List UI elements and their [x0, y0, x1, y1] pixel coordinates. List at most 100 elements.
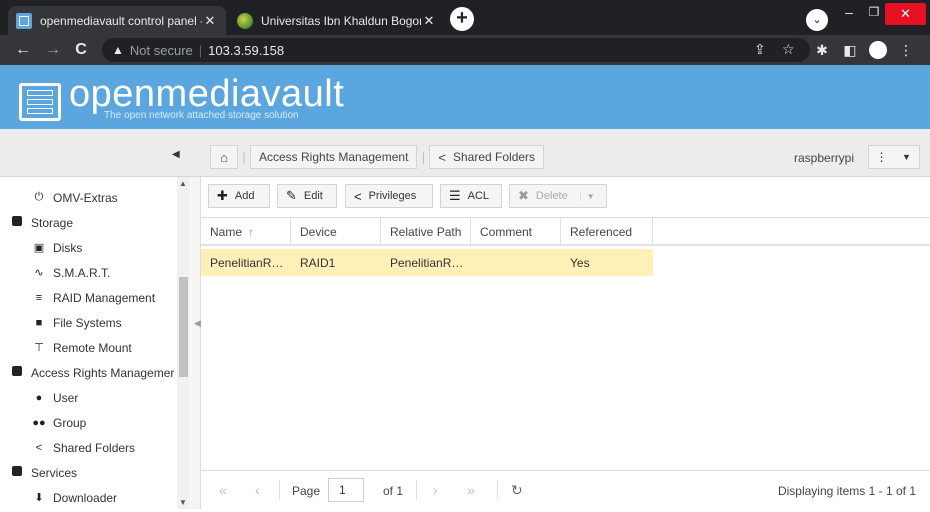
last-page-icon[interactable]: »	[467, 482, 475, 498]
browser-tab-uika[interactable]: Universitas Ibn Khaldun Bogor ✕	[229, 6, 445, 35]
sidebar-item-file-systems[interactable]: ■ File Systems	[4, 310, 122, 335]
breadcrumb-divider: |	[242, 150, 246, 164]
sidebar-item-shared-folders[interactable]: < Shared Folders	[4, 435, 135, 460]
security-label: Not secure	[129, 42, 193, 58]
address-bar[interactable]: ▲ Not secure | 103.3.59.158 ⇪ ☆	[102, 38, 810, 62]
button-label: ACL	[467, 190, 490, 202]
sidebar-item-label: Storage	[31, 215, 74, 230]
group-icon: ●●	[32, 416, 46, 429]
scroll-down-icon[interactable]: ▼	[179, 498, 187, 507]
paging-status: Displaying items 1 - 1 of 1	[777, 484, 916, 498]
chevron-down-icon[interactable]: ▼	[579, 191, 595, 201]
page-number-input[interactable]: 1	[328, 478, 364, 502]
sidebar-scroll-thumb[interactable]	[179, 277, 188, 377]
breadcrumb-access-rights[interactable]: Access Rights Management	[250, 145, 418, 169]
chevron-down-icon[interactable]: ▼	[894, 152, 919, 162]
sidebar-item-label: Access Rights Managemer	[31, 365, 175, 380]
sidebar-item-label: RAID Management	[53, 290, 156, 305]
table-row[interactable]: PenelitianR… RAID1 PenelitianR… Yes	[201, 249, 653, 276]
sidebar-item-remote-mount[interactable]: ⊤ Remote Mount	[4, 335, 132, 360]
download-icon: ⬇	[34, 492, 44, 504]
tab-close-icon[interactable]: ✕	[421, 13, 437, 29]
breadcrumb-shared-folders[interactable]: < Shared Folders	[429, 145, 545, 169]
refresh-icon[interactable]: ↻	[511, 482, 523, 499]
sidebar-item-smart[interactable]: ∿ S.M.A.R.T.	[4, 260, 110, 285]
sidebar-item-storage[interactable]: Storage	[4, 210, 73, 235]
menu-icon[interactable]: ⋮	[896, 40, 916, 60]
new-tab-button[interactable]: +	[450, 7, 474, 31]
sidebar-item-label: User	[53, 390, 79, 405]
window-close-button[interactable]: ✕	[885, 3, 926, 25]
column-header-relative-path[interactable]: Relative Path	[381, 218, 471, 245]
share-icon: <	[35, 441, 43, 454]
collapse-icon[interactable]	[10, 216, 24, 229]
sidebar-item-label: Services	[31, 465, 78, 480]
sidebar-item-user[interactable]: ● User	[4, 385, 79, 410]
button-label: Delete	[535, 190, 568, 202]
disk-icon: ▣	[33, 242, 45, 254]
sidebar-item-label: Shared Folders	[53, 440, 136, 455]
page-count-label: of 1	[383, 484, 404, 498]
minimize-button[interactable]: –	[838, 0, 860, 26]
restore-button[interactable]: ❐	[863, 0, 885, 26]
reload-button[interactable]: C	[70, 39, 92, 61]
column-header-device[interactable]: Device	[291, 218, 381, 245]
sidebar-item-label: Downloader	[53, 490, 118, 505]
profile-icon[interactable]	[869, 41, 887, 59]
sidebar-item-omv-extras[interactable]: ⏻ OMV-Extras	[4, 185, 118, 210]
sidebar-item-downloader[interactable]: ⬇ Downloader	[4, 485, 117, 509]
plus-icon: ✚	[217, 188, 228, 203]
pager-divider	[416, 481, 417, 499]
scroll-up-icon[interactable]: ▲	[179, 179, 187, 188]
add-button[interactable]: ✚ Add	[208, 184, 270, 208]
tab-close-icon[interactable]: ✕	[202, 13, 218, 29]
collapse-icon[interactable]	[10, 466, 24, 479]
sidebar-item-disks[interactable]: ▣ Disks	[4, 235, 83, 260]
sort-arrow-icon: ↑	[248, 224, 255, 239]
omv-favicon-icon	[16, 12, 32, 29]
privileges-button[interactable]: < Privileges	[345, 184, 433, 208]
sidebar-item-services[interactable]: Services	[4, 460, 77, 485]
home-icon: ⌂	[220, 149, 228, 165]
sidebar-item-access-rights[interactable]: Access Rights Managemer	[4, 360, 174, 385]
forward-button[interactable]: →	[42, 39, 64, 61]
sidepanel-icon[interactable]: ◧	[840, 40, 860, 60]
sidebar-item-raid[interactable]: ≡ RAID Management	[4, 285, 155, 310]
splitter-collapse-icon[interactable]: ◀	[194, 318, 201, 329]
folder-icon: ■	[35, 316, 43, 329]
button-label: Privileges	[368, 190, 417, 202]
star-icon[interactable]: ☆	[782, 41, 795, 58]
tab-search-icon[interactable]: ⌄	[806, 9, 828, 31]
url-text: 103.3.59.158	[208, 42, 285, 58]
delete-button[interactable]: ✖ Delete ▼	[509, 184, 607, 208]
panel-splitter[interactable]	[191, 177, 201, 509]
column-header-comment[interactable]: Comment	[471, 218, 561, 245]
back-button[interactable]: ←	[12, 39, 34, 61]
column-header-name[interactable]: Name ↑	[201, 218, 291, 245]
extensions-icon[interactable]: ✱	[812, 40, 832, 60]
column-header-referenced[interactable]: Referenced	[561, 218, 653, 245]
sidebar-item-label: S.M.A.R.T.	[53, 265, 111, 280]
collapse-sidebar-icon[interactable]: ◀	[172, 149, 180, 160]
first-page-icon[interactable]: «	[219, 482, 227, 498]
home-button[interactable]: ⌂	[210, 145, 238, 169]
edit-button[interactable]: ✎ Edit	[277, 184, 337, 208]
cell-name: PenelitianR…	[210, 255, 284, 270]
host-menu-button[interactable]: ⋮ ▼	[868, 145, 920, 169]
browser-tab-omv[interactable]: openmediavault control panel - ✕	[8, 6, 226, 35]
next-page-icon[interactable]: ›	[433, 482, 438, 498]
button-label: Add	[234, 190, 255, 202]
breadcrumb: ⌂ | Access Rights Management | < Shared …	[210, 145, 545, 169]
acl-button[interactable]: ☰ ACL	[440, 184, 502, 208]
collapse-icon[interactable]	[10, 366, 24, 379]
warning-icon: ▲	[112, 43, 124, 57]
sidebar-item-group[interactable]: ●● Group	[4, 410, 86, 435]
tab-title: openmediavault control panel -	[40, 13, 202, 28]
cell-relative-path: PenelitianR…	[390, 255, 464, 270]
kebab-menu-icon[interactable]: ⋮	[869, 150, 894, 164]
previous-page-icon[interactable]: ‹	[255, 482, 260, 498]
cell-device: RAID1	[300, 255, 336, 270]
share-icon[interactable]: ⇪	[754, 41, 766, 58]
grid-header: Name ↑ Device Relative Path Comment Refe…	[201, 217, 930, 246]
user-icon: ●	[35, 391, 43, 404]
